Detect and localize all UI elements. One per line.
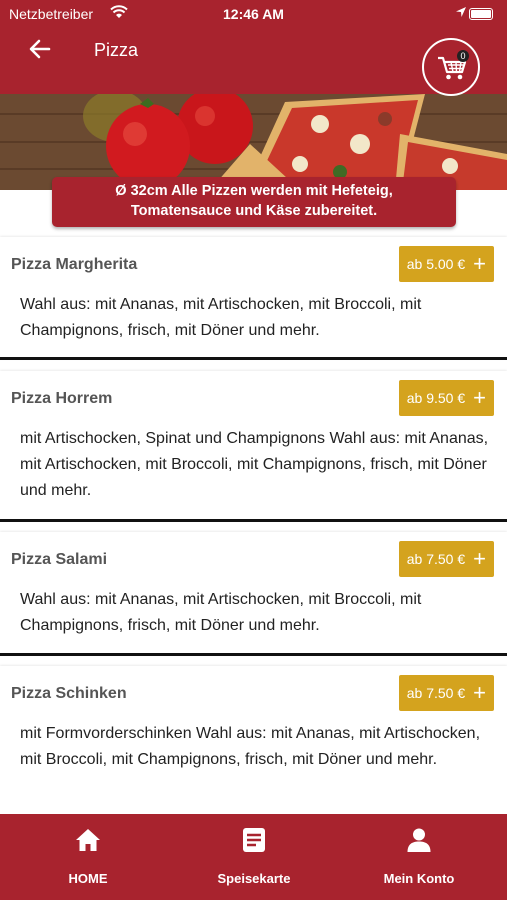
price-label: ab 9.50 € (406, 390, 466, 406)
menu-item-name: Pizza Salami (11, 551, 108, 568)
menu-item-card[interactable]: Pizza Margherita ab 5.00 € + Wahl aus: mi… (0, 237, 507, 360)
price-label: ab 5.00 € (406, 256, 466, 272)
menu-item-card[interactable]: Pizza Schinken ab 7.50 € + mit Formvorder… (0, 666, 507, 817)
menu-item-card[interactable]: Pizza Salami ab 7.50 € + Wahl aus: mit An… (0, 532, 507, 656)
battery-icon (469, 8, 493, 20)
add-to-cart-button[interactable]: ab 7.50 € + (398, 541, 494, 577)
menu-item-description: Wahl aus: mit Ananas, mit Artischocken, … (20, 591, 422, 634)
menu-item-card[interactable]: Pizza Horrem ab 9.50 € + mit Artischocken… (0, 371, 507, 522)
menu-item-description: mit Formvorderschinken Wahl aus: mit Ana… (20, 725, 481, 768)
price-label: ab 7.50 € (406, 685, 466, 701)
location-icon (455, 5, 467, 21)
page-title: Pizza (94, 40, 139, 60)
cart-count-badge: 0 (457, 50, 469, 62)
plus-icon: + (473, 385, 486, 410)
menu-item-name: Pizza Schinken (11, 685, 127, 702)
cart-button[interactable]: 0 (422, 38, 480, 96)
menu-icon (194, 827, 314, 857)
user-icon (359, 827, 479, 857)
status-bar: Netzbetreiber 12:46 AM (0, 4, 507, 24)
home-icon (28, 827, 148, 857)
add-to-cart-button[interactable]: ab 9.50 € + (398, 380, 494, 416)
nav-mein-konto-label: Mein Konto (383, 871, 455, 886)
nav-speisekarte-label: Speisekarte (217, 871, 291, 886)
info-banner-line-1: Ø 32cm Alle Pizzen werden mit Hefeteig, (115, 183, 393, 199)
nav-home-label: HOME (68, 871, 108, 886)
price-label: ab 7.50 € (406, 551, 466, 567)
menu-item-description: Wahl aus: mit Ananas, mit Artischocken, … (20, 296, 422, 339)
clock: 12:46 AM (223, 6, 284, 22)
hero-image (0, 94, 507, 190)
menu-item-description: mit Artischocken, Spinat und Champignons… (20, 430, 489, 499)
menu-item-name: Pizza Margherita (11, 256, 138, 273)
info-banner-line-2: Tomatensauce und Käse zubereitet. (130, 203, 378, 219)
bottom-navigation: HOME Speisekarte Mein Konto (0, 814, 507, 900)
info-banner: Ø 32cm Alle Pizzen werden mit Hefeteig, … (52, 177, 456, 227)
menu-item-name: Pizza Horrem (11, 390, 113, 407)
back-arrow-icon[interactable] (28, 37, 54, 63)
plus-icon: + (473, 546, 486, 571)
add-to-cart-button[interactable]: ab 7.50 € + (398, 675, 494, 711)
plus-icon: + (473, 251, 486, 276)
plus-icon: + (473, 680, 486, 705)
add-to-cart-button[interactable]: ab 5.00 € + (398, 246, 494, 282)
